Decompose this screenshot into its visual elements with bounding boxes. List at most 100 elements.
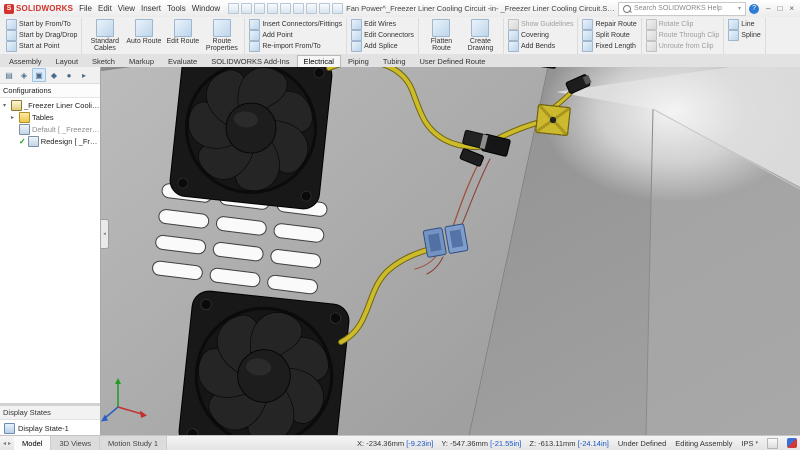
- tree-caret-icon[interactable]: ▾: [3, 102, 9, 109]
- rotate-clip-button: Rotate Clip: [646, 19, 720, 29]
- insert-connectors-fittings-button[interactable]: Insert Connectors/Fittings: [249, 19, 342, 29]
- display-manager-icon[interactable]: ●: [62, 68, 76, 82]
- feature-manager-panel: ▤◈▣◆●▸ Configurations ▾_Freezer Liner Co…: [0, 67, 101, 436]
- document-tabs: Model3D ViewsMotion Study 1: [14, 436, 167, 450]
- ribbon-group-8: LineSpline: [724, 18, 765, 55]
- menu-tools[interactable]: Tools: [164, 4, 189, 13]
- repair-route-button[interactable]: Repair Route: [582, 19, 636, 29]
- tree-item-3[interactable]: ✓Redesign [ _Freezer Liner C...: [0, 135, 100, 147]
- ribbon-tab-user-defined-route[interactable]: User Defined Route: [413, 55, 493, 67]
- display-state-item[interactable]: Display State-1: [0, 420, 100, 436]
- covering-icon: [508, 30, 519, 41]
- start-by-drag-drop-button[interactable]: Start by Drag/Drop: [6, 30, 77, 40]
- start-at-point-button[interactable]: Start at Point: [6, 41, 77, 51]
- tree-item-2[interactable]: Default [ _Freezer Liner Coo...: [0, 123, 100, 135]
- 3d-scene[interactable]: [101, 67, 800, 436]
- display-state-icon: [4, 423, 15, 434]
- undo-icon[interactable]: [280, 3, 291, 14]
- create-drawing-button[interactable]: Create Drawing: [462, 19, 499, 52]
- line-button[interactable]: Line: [728, 19, 760, 29]
- ribbon-tab-electrical[interactable]: Electrical: [297, 55, 341, 67]
- quick-tips-icon[interactable]: [787, 438, 797, 448]
- tree-caret-icon[interactable]: ▸: [11, 114, 17, 121]
- maximize-button[interactable]: □: [777, 4, 782, 13]
- feature-tree-icon[interactable]: ▤: [2, 68, 16, 82]
- split-route-button[interactable]: Split Route: [582, 30, 636, 40]
- property-manager-icon[interactable]: ◈: [17, 68, 31, 82]
- auto-route-button[interactable]: Auto Route: [125, 19, 162, 45]
- ribbon-tab-piping[interactable]: Piping: [341, 55, 376, 67]
- close-button[interactable]: ×: [789, 4, 794, 13]
- open-icon[interactable]: [241, 3, 252, 14]
- flatten-route-button[interactable]: Flatten Route: [423, 19, 460, 52]
- edit-route-button[interactable]: Edit Route: [164, 19, 201, 45]
- covering-button[interactable]: Covering: [508, 30, 574, 40]
- print-icon[interactable]: [267, 3, 278, 14]
- edit-connectors-button[interactable]: Edit Connectors: [351, 30, 414, 40]
- doc-tab-3d-views[interactable]: 3D Views: [51, 436, 100, 450]
- units-selector[interactable]: IPS ▾: [741, 439, 758, 448]
- route-through-clip-icon: [646, 30, 657, 41]
- menu-window[interactable]: Window: [189, 4, 223, 13]
- tree-item-1[interactable]: ▸Tables: [0, 111, 100, 123]
- menu-insert[interactable]: Insert: [138, 4, 164, 13]
- file-properties-icon[interactable]: [319, 3, 330, 14]
- panel-collapse-handle[interactable]: ◂: [101, 219, 109, 249]
- add-point-icon: [249, 30, 260, 41]
- cooling-fan-top[interactable]: [169, 67, 334, 210]
- tree-item-0[interactable]: ▾_Freezer Liner Cooling Circuit Config..…: [0, 99, 100, 111]
- unroute-from-clip-icon: [646, 41, 657, 52]
- help-icon[interactable]: ?: [749, 4, 759, 14]
- re-import-from-to-icon: [249, 41, 260, 52]
- doc-tab-motion-study-1[interactable]: Motion Study 1: [100, 436, 167, 450]
- ticon-config-icon: [19, 124, 30, 135]
- edit-wires-button[interactable]: Edit Wires: [351, 19, 414, 29]
- edit-wires-icon: [351, 19, 362, 30]
- add-point-button[interactable]: Add Point: [249, 30, 342, 40]
- mounting-plate[interactable]: [536, 104, 571, 135]
- show-guidelines-button: Show Guidelines: [508, 19, 574, 29]
- graphics-viewport[interactable]: ◂: [101, 67, 800, 436]
- standard-cables-button[interactable]: Standard Cables: [86, 19, 123, 52]
- minimize-button[interactable]: –: [766, 4, 770, 13]
- units-label: IPS: [741, 439, 753, 448]
- flatten-route-icon: [432, 19, 450, 37]
- status-options-icon[interactable]: [767, 438, 778, 449]
- start-by-from-to-button[interactable]: Start by From/To: [6, 19, 77, 29]
- search-box[interactable]: Search SOLIDWORKS Help ▾: [618, 2, 746, 16]
- ribbon-tab-sketch[interactable]: Sketch: [85, 55, 122, 67]
- route-properties-button[interactable]: Route Properties: [203, 19, 240, 52]
- doc-tab-model[interactable]: Model: [14, 436, 51, 450]
- save-icon[interactable]: [254, 3, 265, 14]
- re-import-from-to-button[interactable]: Re-import From/To: [249, 41, 342, 51]
- doc-tab-nav[interactable]: ◂▸: [0, 440, 14, 447]
- menu-file[interactable]: File: [76, 4, 95, 13]
- menu-edit[interactable]: Edit: [95, 4, 115, 13]
- panel-flyout-icon[interactable]: ▸: [77, 68, 91, 82]
- add-bends-button[interactable]: Add Bends: [508, 41, 574, 51]
- ribbon-tab-solidworks-add-ins[interactable]: SOLIDWORKS Add-Ins: [204, 55, 296, 67]
- unroute-from-clip-button: Unroute from Clip: [646, 41, 720, 51]
- options-icon[interactable]: [332, 3, 343, 14]
- dimxpert-icon[interactable]: ◆: [47, 68, 61, 82]
- ribbon-tab-tubing[interactable]: Tubing: [376, 55, 413, 67]
- cooling-fan-bottom[interactable]: [177, 289, 350, 436]
- ribbon-tab-markup[interactable]: Markup: [122, 55, 161, 67]
- rebuild-icon[interactable]: [306, 3, 317, 14]
- redo-icon[interactable]: [293, 3, 304, 14]
- route-through-clip-button: Route Through Clip: [646, 30, 720, 40]
- fixed-length-button[interactable]: Fixed Length: [582, 41, 636, 51]
- start-by-drag-drop-icon: [6, 30, 17, 41]
- search-caret-icon[interactable]: ▾: [738, 5, 741, 12]
- configuration-manager-icon[interactable]: ▣: [32, 68, 46, 82]
- spline-button[interactable]: Spline: [728, 30, 760, 40]
- ribbon-tab-assembly[interactable]: Assembly: [2, 55, 49, 67]
- add-splice-button[interactable]: Add Splice: [351, 41, 414, 51]
- ticon-folder-icon: [19, 112, 30, 123]
- route-properties-icon: [213, 19, 231, 37]
- ribbon-tab-layout[interactable]: Layout: [49, 55, 86, 67]
- document-title: Fan Power^_Freezer Liner Cooling Circuit…: [346, 4, 615, 13]
- ribbon-tab-evaluate[interactable]: Evaluate: [161, 55, 204, 67]
- new-doc-icon[interactable]: [228, 3, 239, 14]
- menu-view[interactable]: View: [115, 4, 138, 13]
